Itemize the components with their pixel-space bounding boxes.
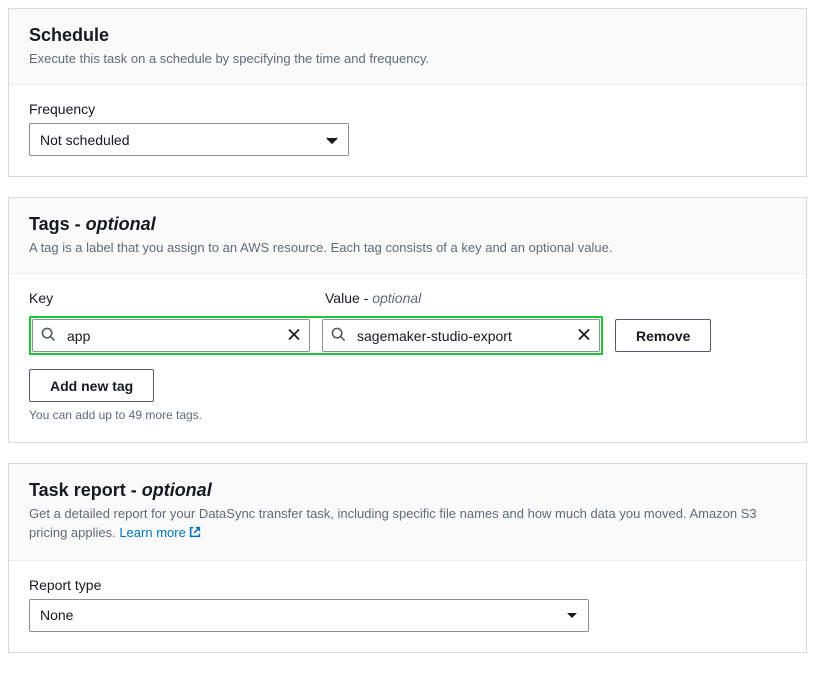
report-type-select[interactable]: None — [29, 599, 589, 632]
report-header: Task report - optional Get a detailed re… — [9, 464, 806, 560]
tags-title: Tags - optional — [29, 214, 786, 235]
clear-icon[interactable] — [287, 327, 301, 344]
tags-hint: You can add up to 49 more tags. — [29, 408, 786, 422]
report-body: Report type None — [9, 561, 806, 652]
search-icon — [41, 327, 56, 345]
tag-value-input-group — [322, 319, 600, 352]
report-type-label: Report type — [29, 577, 786, 593]
external-link-icon — [188, 527, 202, 542]
report-type-value: None — [40, 607, 73, 623]
tag-row: Key Value - optional — [29, 290, 786, 312]
tag-key-col: Key — [29, 290, 309, 312]
report-title: Task report - optional — [29, 480, 786, 501]
tags-title-prefix: Tags - — [29, 214, 86, 234]
add-tag-button[interactable]: Add new tag — [29, 369, 154, 402]
remove-tag-button[interactable]: Remove — [615, 319, 711, 352]
tags-title-optional: optional — [86, 214, 156, 234]
report-title-optional: optional — [142, 480, 212, 500]
tag-key-input-group — [32, 319, 310, 352]
frequency-label: Frequency — [29, 101, 786, 117]
tag-value-label-prefix: Value - — [325, 290, 372, 306]
schedule-desc: Execute this task on a schedule by speci… — [29, 50, 786, 68]
report-panel: Task report - optional Get a detailed re… — [8, 463, 807, 652]
schedule-panel: Schedule Execute this task on a schedule… — [8, 8, 807, 177]
tags-panel: Tags - optional A tag is a label that yo… — [8, 197, 807, 443]
report-desc: Get a detailed report for your DataSync … — [29, 505, 786, 543]
caret-down-icon — [326, 132, 338, 148]
frequency-select[interactable]: Not scheduled — [29, 123, 349, 156]
frequency-value: Not scheduled — [40, 132, 130, 148]
tags-header: Tags - optional A tag is a label that yo… — [9, 198, 806, 274]
tag-value-label-optional: optional — [372, 290, 421, 306]
tag-value-col: Value - optional — [325, 290, 605, 312]
tag-highlight — [29, 316, 603, 355]
tag-key-input[interactable] — [65, 327, 279, 345]
tag-value-label: Value - optional — [325, 290, 605, 306]
tags-body: Key Value - optional — [9, 274, 806, 442]
schedule-title: Schedule — [29, 25, 786, 46]
report-title-prefix: Task report - — [29, 480, 142, 500]
tag-key-label: Key — [29, 290, 309, 306]
schedule-body: Frequency Not scheduled — [9, 85, 806, 176]
search-icon — [331, 327, 346, 345]
tags-desc: A tag is a label that you assign to an A… — [29, 239, 786, 257]
clear-icon[interactable] — [577, 327, 591, 344]
tag-value-input[interactable] — [355, 327, 569, 345]
caret-down-icon — [566, 607, 578, 623]
learn-more-link[interactable]: Learn more — [119, 525, 201, 540]
schedule-header: Schedule Execute this task on a schedule… — [9, 9, 806, 85]
